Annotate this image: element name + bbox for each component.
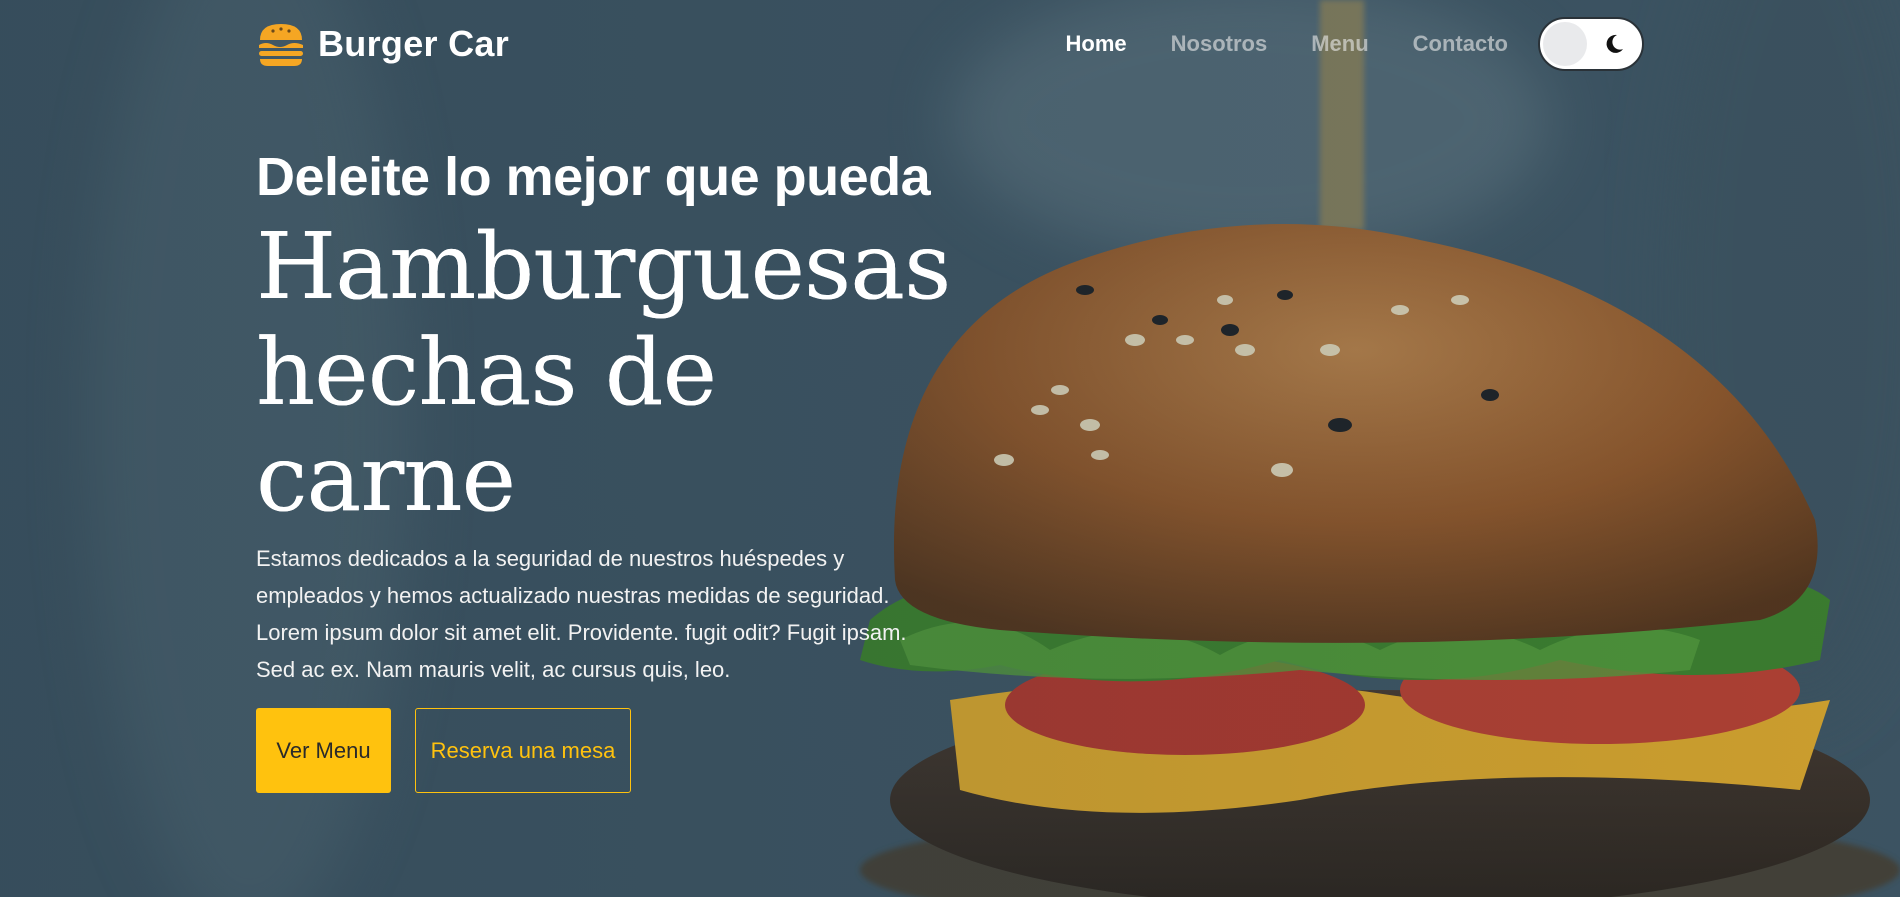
reserva-mesa-button[interactable]: Reserva una mesa bbox=[415, 708, 631, 793]
nav-right: Home Nosotros Menu Contacto bbox=[1066, 17, 1644, 71]
burger-icon bbox=[256, 20, 306, 68]
nav-link-nosotros[interactable]: Nosotros bbox=[1171, 31, 1268, 57]
navbar: Burger Car Home Nosotros Menu Contacto bbox=[256, 14, 1644, 74]
main-navigation: Home Nosotros Menu Contacto bbox=[1066, 31, 1508, 57]
hero-title: Hamburguesas hechas de carne bbox=[256, 214, 976, 532]
nav-link-contacto[interactable]: Contacto bbox=[1413, 31, 1508, 57]
hero-description: Estamos dedicados a la seguridad de nues… bbox=[256, 546, 907, 682]
brand-name: Burger Car bbox=[318, 23, 510, 64]
theme-toggle[interactable] bbox=[1538, 17, 1644, 71]
nav-link-home[interactable]: Home bbox=[1066, 31, 1127, 57]
moon-icon bbox=[1606, 34, 1623, 53]
nav-link-menu[interactable]: Menu bbox=[1311, 31, 1368, 57]
ver-menu-button[interactable]: Ver Menu bbox=[256, 708, 391, 793]
hero-title-line-1: Hamburguesas bbox=[256, 213, 951, 320]
hero-title-line-2: hechas de bbox=[256, 319, 717, 426]
hero-subtitle: Deleite lo mejor que pueda bbox=[256, 147, 931, 207]
toggle-knob bbox=[1543, 22, 1587, 66]
hero-actions: Ver Menu Reserva una mesa bbox=[256, 708, 976, 793]
hero-section: Deleite lo mejor que pueda Hamburguesas … bbox=[256, 140, 976, 793]
hero-title-line-3: carne bbox=[256, 425, 516, 532]
brand-logo-link[interactable]: Burger Car bbox=[256, 20, 509, 68]
